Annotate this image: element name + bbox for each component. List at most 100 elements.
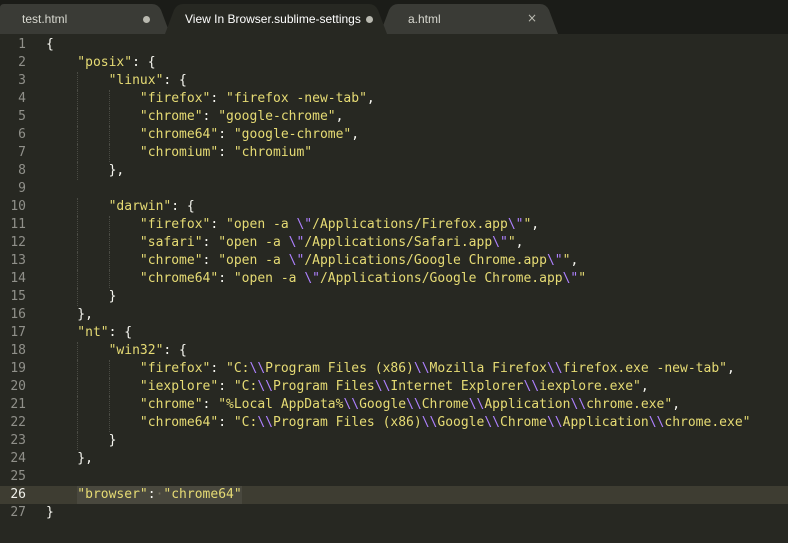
code-token: : { [132,55,156,70]
code-token: iexplore.exe" [539,379,641,394]
code-line[interactable]: } [109,432,117,450]
line-number: 20 [10,379,26,394]
code-token: , [351,127,360,142]
code-token: \" [304,271,320,286]
code-token: chrome.exe" [586,397,673,412]
code-token: /Applications/Firefox.app [312,217,508,232]
code-token: firefox.exe -new-tab" [562,361,727,376]
code-token: \\ [546,361,563,376]
code-token: "firefox" [139,217,211,232]
code-token: : [218,127,234,142]
code-token: "chrome64" [139,271,219,286]
code-token: "open -a [226,217,297,232]
code-line[interactable]: "nt": { [77,324,132,342]
code-editor[interactable]: 1 2 3 4 5 6 7 8 9 10 11 12 13 14 15 16 17 18 19 20 21 22 23 24 2… [0,34,788,543]
code-area[interactable]: {"posix": {"linux": {"firefox": "firefox… [46,34,788,543]
code-token: "win32" [108,343,164,358]
code-token: } [46,505,54,520]
code-token: , [672,397,681,412]
dirty-dot-icon[interactable] [143,16,150,23]
code-token: " [578,271,587,286]
code-token: \\ [570,397,587,412]
code-token: : [202,397,219,412]
code-token: \" [507,217,524,232]
line-number: 7 [18,145,26,160]
line-number-gutter: 1 2 3 4 5 6 7 8 9 10 11 12 13 14 15 16 17 18 19 20 21 22 23 24 2… [0,34,36,543]
indent-guide [108,144,110,162]
code-token: { [46,37,54,52]
code-line[interactable]: }, [77,450,93,468]
close-icon[interactable]: × [526,12,538,24]
code-line[interactable]: "linux": { [109,72,187,90]
line-number: 25 [10,469,26,484]
line-number: 21 [10,397,26,412]
tab-view-in-browser-settings[interactable]: View In Browser.sublime-settings [165,4,387,34]
code-token: : { [171,199,195,214]
code-token: "chrome64" [139,415,219,430]
code-token: "firefox" [139,91,211,106]
indent-guide [77,108,79,126]
code-token: : { [108,325,133,340]
code-line[interactable]: }, [109,162,125,180]
indent-guide [108,378,110,396]
tab-a-html[interactable]: a.html × [380,4,558,34]
code-token: "open -a [218,235,289,250]
code-token: "browser" [77,487,148,502]
code-token: Application [562,415,649,430]
code-line[interactable]: "chrome64": "C:\\Program Files (x86)\\Go… [140,414,751,432]
code-line[interactable]: "browser":·"chrome64" [77,486,241,504]
line-number: 15 [10,289,26,304]
line-number: 10 [10,199,26,214]
line-number: 1 [18,37,26,52]
code-line[interactable]: "chrome": "google-chrome", [140,108,344,126]
code-line[interactable]: "chrome64": "google-chrome", [140,126,359,144]
code-line[interactable]: "safari": "open -a \"/Applications/Safar… [140,234,524,252]
code-token: \\ [413,361,430,376]
code-line[interactable]: "chrome": "open -a \"/Applications/Googl… [140,252,578,270]
code-line[interactable]: "firefox": "C:\\Program Files (x86)\\Moz… [140,360,735,378]
code-token: Program Files (x86) [273,415,422,430]
indent-guide [77,414,79,432]
code-token: "open -a [218,253,289,268]
code-line[interactable]: } [46,504,54,522]
code-token: , [531,217,540,232]
indent-guide [77,270,79,288]
indent-guide [108,216,110,234]
indent-guide [77,144,79,162]
code-token: Program Files (x86) [265,361,414,376]
code-line[interactable]: "chromium": "chromium" [140,144,312,162]
code-line[interactable]: "chrome64": "open -a \"/Applications/Goo… [140,270,586,288]
code-line[interactable]: "win32": { [109,342,187,360]
code-token: } [108,433,117,448]
code-line[interactable]: "chrome": "%Local AppData%\\Google\\Chro… [140,396,680,414]
code-line[interactable]: "firefox": "open -a \"/Applications/Fire… [140,216,539,234]
code-line[interactable]: } [109,288,117,306]
tab-label: a.html [408,12,441,26]
line-number: 26 [10,487,26,502]
line-number: 22 [10,415,26,430]
code-token: Application [484,397,571,412]
line-number: 4 [18,91,26,106]
indent-guide [108,396,110,414]
code-token: : { [163,343,187,358]
indent-guide [108,360,110,378]
code-token: \" [492,235,508,250]
code-line[interactable]: { [46,36,54,54]
code-line[interactable]: "darwin": { [109,198,195,216]
line-number: 27 [10,505,26,520]
indent-guide [108,252,110,270]
indent-guide [77,90,79,108]
tab-test-html[interactable]: test.html [0,4,170,34]
code-token: \\ [484,415,500,430]
code-line[interactable]: "posix": { [77,54,155,72]
code-line[interactable]: "firefox": "firefox -new-tab", [140,90,375,108]
code-token: , [335,109,344,124]
line-number: 6 [18,127,26,142]
code-token: "open -a [233,271,305,286]
code-token: : { [163,73,187,88]
dirty-dot-icon[interactable] [366,16,373,23]
code-token: "firefox -new-tab" [226,91,367,106]
code-line[interactable]: "iexplore": "C:\\Program Files\\Internet… [140,378,649,396]
code-token: /Applications/Google Chrome.app [304,253,547,268]
code-line[interactable]: }, [77,306,93,324]
